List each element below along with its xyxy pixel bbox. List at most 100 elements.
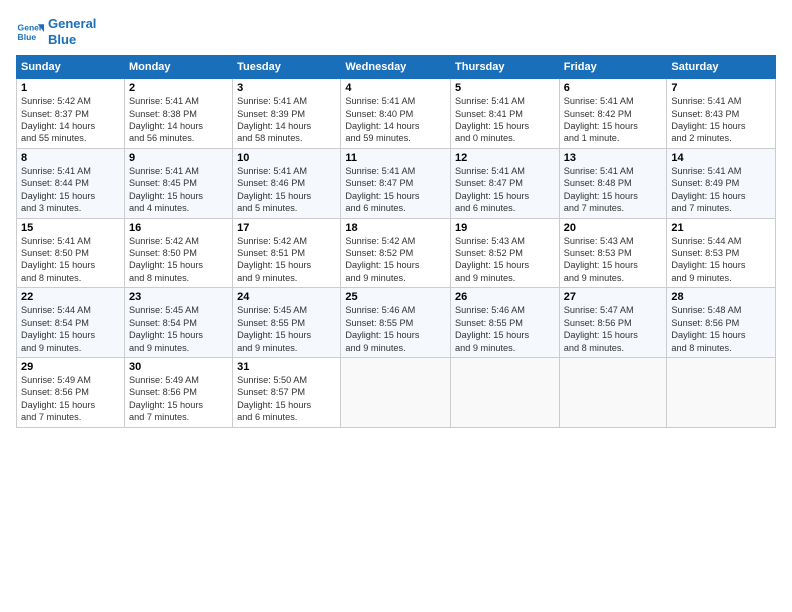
day-number: 15: [21, 222, 120, 234]
day-cell: 7Sunrise: 5:41 AM Sunset: 8:43 PM Daylig…: [667, 79, 776, 149]
day-info: Sunrise: 5:41 AM Sunset: 8:42 PM Dayligh…: [564, 95, 663, 145]
day-cell: 17Sunrise: 5:42 AM Sunset: 8:51 PM Dayli…: [233, 218, 341, 288]
day-cell: [451, 357, 560, 427]
logo-line2: Blue: [48, 32, 96, 48]
day-info: Sunrise: 5:41 AM Sunset: 8:38 PM Dayligh…: [129, 95, 228, 145]
day-number: 5: [455, 82, 555, 94]
day-info: Sunrise: 5:42 AM Sunset: 8:51 PM Dayligh…: [237, 235, 336, 285]
header-cell-sunday: Sunday: [17, 56, 125, 79]
logo-icon: General Blue: [16, 18, 44, 46]
day-number: 10: [237, 152, 336, 164]
day-number: 25: [345, 291, 446, 303]
day-info: Sunrise: 5:42 AM Sunset: 8:37 PM Dayligh…: [21, 95, 120, 145]
day-cell: 5Sunrise: 5:41 AM Sunset: 8:41 PM Daylig…: [451, 79, 560, 149]
day-cell: 24Sunrise: 5:45 AM Sunset: 8:55 PM Dayli…: [233, 288, 341, 358]
day-cell: 25Sunrise: 5:46 AM Sunset: 8:55 PM Dayli…: [341, 288, 451, 358]
week-row-3: 15Sunrise: 5:41 AM Sunset: 8:50 PM Dayli…: [17, 218, 776, 288]
logo: General Blue General Blue: [16, 16, 96, 47]
day-info: Sunrise: 5:41 AM Sunset: 8:47 PM Dayligh…: [345, 165, 446, 215]
day-info: Sunrise: 5:41 AM Sunset: 8:46 PM Dayligh…: [237, 165, 336, 215]
calendar-body: 1Sunrise: 5:42 AM Sunset: 8:37 PM Daylig…: [17, 79, 776, 427]
logo-line1: General: [48, 16, 96, 32]
day-info: Sunrise: 5:41 AM Sunset: 8:39 PM Dayligh…: [237, 95, 336, 145]
day-info: Sunrise: 5:42 AM Sunset: 8:50 PM Dayligh…: [129, 235, 228, 285]
day-number: 14: [671, 152, 771, 164]
day-number: 22: [21, 291, 120, 303]
day-number: 24: [237, 291, 336, 303]
day-number: 19: [455, 222, 555, 234]
day-number: 26: [455, 291, 555, 303]
day-number: 6: [564, 82, 663, 94]
day-number: 1: [21, 82, 120, 94]
day-number: 28: [671, 291, 771, 303]
week-row-2: 8Sunrise: 5:41 AM Sunset: 8:44 PM Daylig…: [17, 148, 776, 218]
day-cell: 14Sunrise: 5:41 AM Sunset: 8:49 PM Dayli…: [667, 148, 776, 218]
day-cell: 19Sunrise: 5:43 AM Sunset: 8:52 PM Dayli…: [451, 218, 560, 288]
day-cell: 26Sunrise: 5:46 AM Sunset: 8:55 PM Dayli…: [451, 288, 560, 358]
day-number: 3: [237, 82, 336, 94]
day-cell: [667, 357, 776, 427]
day-cell: 31Sunrise: 5:50 AM Sunset: 8:57 PM Dayli…: [233, 357, 341, 427]
calendar-table: SundayMondayTuesdayWednesdayThursdayFrid…: [16, 55, 776, 427]
day-number: 18: [345, 222, 446, 234]
day-info: Sunrise: 5:46 AM Sunset: 8:55 PM Dayligh…: [345, 304, 446, 354]
day-cell: 13Sunrise: 5:41 AM Sunset: 8:48 PM Dayli…: [559, 148, 667, 218]
day-info: Sunrise: 5:41 AM Sunset: 8:41 PM Dayligh…: [455, 95, 555, 145]
day-cell: 22Sunrise: 5:44 AM Sunset: 8:54 PM Dayli…: [17, 288, 125, 358]
day-cell: [341, 357, 451, 427]
day-number: 16: [129, 222, 228, 234]
day-cell: 9Sunrise: 5:41 AM Sunset: 8:45 PM Daylig…: [124, 148, 232, 218]
day-number: 11: [345, 152, 446, 164]
svg-text:General: General: [18, 22, 44, 32]
day-cell: 29Sunrise: 5:49 AM Sunset: 8:56 PM Dayli…: [17, 357, 125, 427]
day-number: 4: [345, 82, 446, 94]
week-row-4: 22Sunrise: 5:44 AM Sunset: 8:54 PM Dayli…: [17, 288, 776, 358]
day-cell: 20Sunrise: 5:43 AM Sunset: 8:53 PM Dayli…: [559, 218, 667, 288]
day-cell: 30Sunrise: 5:49 AM Sunset: 8:56 PM Dayli…: [124, 357, 232, 427]
day-number: 30: [129, 361, 228, 373]
day-info: Sunrise: 5:43 AM Sunset: 8:52 PM Dayligh…: [455, 235, 555, 285]
header: General Blue General Blue: [16, 16, 776, 47]
calendar-container: General Blue General Blue SundayMondayTu…: [0, 0, 792, 436]
day-number: 9: [129, 152, 228, 164]
day-number: 21: [671, 222, 771, 234]
day-cell: 6Sunrise: 5:41 AM Sunset: 8:42 PM Daylig…: [559, 79, 667, 149]
day-info: Sunrise: 5:47 AM Sunset: 8:56 PM Dayligh…: [564, 304, 663, 354]
day-number: 7: [671, 82, 771, 94]
day-cell: 11Sunrise: 5:41 AM Sunset: 8:47 PM Dayli…: [341, 148, 451, 218]
day-cell: 28Sunrise: 5:48 AM Sunset: 8:56 PM Dayli…: [667, 288, 776, 358]
day-cell: 2Sunrise: 5:41 AM Sunset: 8:38 PM Daylig…: [124, 79, 232, 149]
header-cell-friday: Friday: [559, 56, 667, 79]
day-cell: 23Sunrise: 5:45 AM Sunset: 8:54 PM Dayli…: [124, 288, 232, 358]
day-cell: 21Sunrise: 5:44 AM Sunset: 8:53 PM Dayli…: [667, 218, 776, 288]
day-cell: 3Sunrise: 5:41 AM Sunset: 8:39 PM Daylig…: [233, 79, 341, 149]
day-number: 20: [564, 222, 663, 234]
day-number: 8: [21, 152, 120, 164]
header-cell-wednesday: Wednesday: [341, 56, 451, 79]
day-number: 17: [237, 222, 336, 234]
day-cell: 18Sunrise: 5:42 AM Sunset: 8:52 PM Dayli…: [341, 218, 451, 288]
day-info: Sunrise: 5:41 AM Sunset: 8:50 PM Dayligh…: [21, 235, 120, 285]
header-cell-monday: Monday: [124, 56, 232, 79]
day-info: Sunrise: 5:46 AM Sunset: 8:55 PM Dayligh…: [455, 304, 555, 354]
day-info: Sunrise: 5:41 AM Sunset: 8:44 PM Dayligh…: [21, 165, 120, 215]
calendar-header: SundayMondayTuesdayWednesdayThursdayFrid…: [17, 56, 776, 79]
day-cell: 27Sunrise: 5:47 AM Sunset: 8:56 PM Dayli…: [559, 288, 667, 358]
day-info: Sunrise: 5:41 AM Sunset: 8:49 PM Dayligh…: [671, 165, 771, 215]
day-info: Sunrise: 5:45 AM Sunset: 8:54 PM Dayligh…: [129, 304, 228, 354]
day-cell: 15Sunrise: 5:41 AM Sunset: 8:50 PM Dayli…: [17, 218, 125, 288]
day-cell: 4Sunrise: 5:41 AM Sunset: 8:40 PM Daylig…: [341, 79, 451, 149]
day-number: 12: [455, 152, 555, 164]
day-info: Sunrise: 5:41 AM Sunset: 8:40 PM Dayligh…: [345, 95, 446, 145]
day-cell: 12Sunrise: 5:41 AM Sunset: 8:47 PM Dayli…: [451, 148, 560, 218]
day-info: Sunrise: 5:42 AM Sunset: 8:52 PM Dayligh…: [345, 235, 446, 285]
day-cell: 10Sunrise: 5:41 AM Sunset: 8:46 PM Dayli…: [233, 148, 341, 218]
day-info: Sunrise: 5:41 AM Sunset: 8:43 PM Dayligh…: [671, 95, 771, 145]
day-info: Sunrise: 5:41 AM Sunset: 8:48 PM Dayligh…: [564, 165, 663, 215]
day-number: 29: [21, 361, 120, 373]
day-info: Sunrise: 5:48 AM Sunset: 8:56 PM Dayligh…: [671, 304, 771, 354]
day-number: 2: [129, 82, 228, 94]
header-cell-saturday: Saturday: [667, 56, 776, 79]
day-number: 13: [564, 152, 663, 164]
day-info: Sunrise: 5:43 AM Sunset: 8:53 PM Dayligh…: [564, 235, 663, 285]
